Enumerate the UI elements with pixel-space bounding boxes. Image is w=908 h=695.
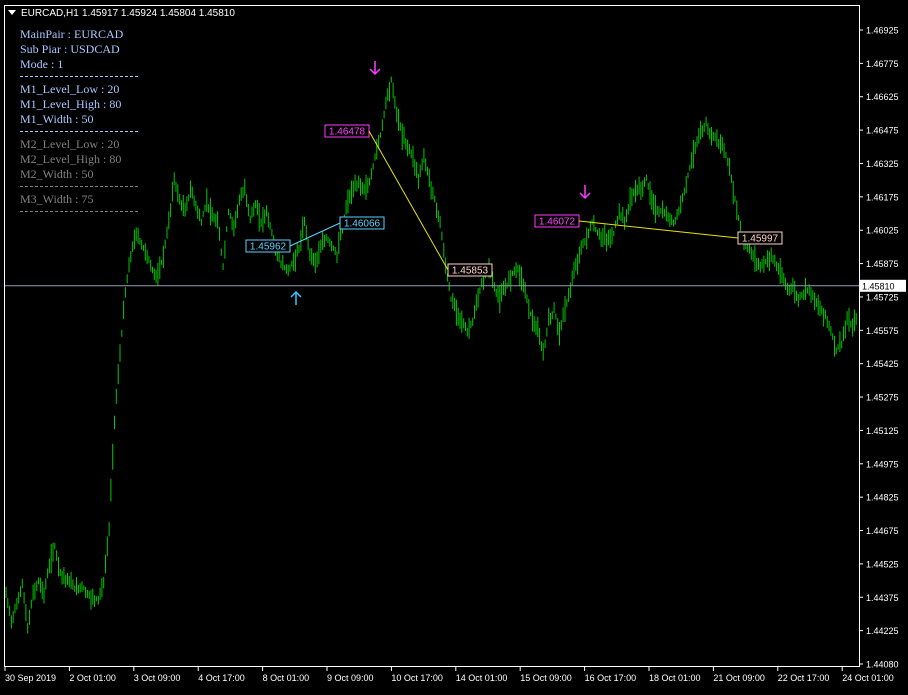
chart-ohlc: 1.45917 1.45924 1.45804 1.45810 (82, 8, 235, 19)
info-m1-width: M1_Width : 50 (20, 112, 94, 126)
current-price-label: 1.45810 (862, 281, 895, 291)
price-chart[interactable]: EURCAD,H1 1.45917 1.45924 1.45804 1.4581… (0, 0, 908, 690)
y-tick-label: 1.46775 (866, 59, 899, 69)
info-separator (20, 186, 138, 187)
y-tick-label: 1.44225 (866, 626, 899, 636)
dropdown-triangle-icon[interactable] (8, 10, 16, 15)
x-tick-label: 8 Oct 01:00 (263, 673, 310, 683)
sell-arrow-icon (579, 185, 591, 200)
x-tick-label: 24 Oct 01:00 (842, 673, 894, 683)
sell-arrow-icon (369, 61, 381, 76)
y-tick-label: 1.44675 (866, 526, 899, 536)
swing-price-label: 1.45962 (250, 242, 287, 253)
info-separator (20, 131, 138, 132)
y-tick-label: 1.45275 (866, 393, 899, 403)
info-main-pair: MainPair : EURCAD (20, 27, 124, 41)
y-tick-label: 1.46175 (866, 192, 899, 202)
swing-line (368, 130, 449, 271)
y-tick-label: 1.44825 (866, 493, 899, 503)
x-tick-label: 18 Oct 01:00 (649, 673, 701, 683)
y-tick-label: 1.45725 (866, 292, 899, 302)
x-tick-label: 21 Oct 09:00 (713, 673, 765, 683)
info-m2-high: M2_Level_High : 80 (20, 152, 122, 166)
y-tick-label: 1.45425 (866, 359, 899, 369)
x-tick-label: 30 Sep 2019 (5, 673, 56, 683)
y-tick-label: 1.45575 (866, 326, 899, 336)
x-tick-label: 22 Oct 17:00 (778, 673, 830, 683)
info-m2-width: M2_Width : 50 (20, 167, 94, 181)
y-tick-label: 1.46475 (866, 126, 899, 136)
swing-price-label: 1.45997 (742, 234, 779, 245)
x-tick-label: 15 Oct 09:00 (520, 673, 572, 683)
y-tick-label: 1.44975 (866, 459, 899, 469)
y-tick-label: 1.45875 (866, 259, 899, 269)
swing-price-label: 1.46066 (344, 219, 381, 230)
y-tick-label: 1.44525 (866, 559, 899, 569)
x-tick-label: 9 Oct 09:00 (327, 673, 374, 683)
info-separator (20, 76, 138, 77)
x-tick-label: 10 Oct 17:00 (391, 673, 443, 683)
info-mode: Mode : 1 (20, 57, 64, 71)
swing-line (289, 222, 341, 247)
info-sub-pair: Sub Piar : USDCAD (20, 42, 120, 56)
y-tick-label: 1.46325 (866, 159, 899, 169)
chart-symbol: EURCAD,H1 (21, 8, 79, 19)
y-tick-label: 1.46925 (866, 26, 899, 36)
x-tick-label: 4 Oct 17:00 (198, 673, 245, 683)
info-m1-high: M1_Level_High : 80 (20, 97, 122, 111)
chart-canvas[interactable]: EURCAD,H1 1.45917 1.45924 1.45804 1.4581… (0, 0, 908, 690)
swing-price-label: 1.46072 (539, 217, 576, 228)
info-separator (20, 211, 138, 212)
info-m3-width: M3_Width : 75 (20, 192, 94, 206)
y-tick-label: 1.44375 (866, 593, 899, 603)
y-tick-label: 1.44080 (866, 660, 899, 670)
swing-price-label: 1.45853 (452, 266, 489, 277)
info-m1-low: M1_Level_Low : 20 (20, 82, 120, 96)
x-tick-label: 16 Oct 17:00 (585, 673, 637, 683)
x-tick-label: 2 Oct 01:00 (69, 673, 116, 683)
buy-arrow-icon (290, 290, 302, 305)
swing-price-label: 1.46478 (329, 127, 366, 138)
y-tick-label: 1.45125 (866, 426, 899, 436)
x-tick-label: 3 Oct 09:00 (134, 673, 181, 683)
chart-frame (4, 5, 860, 667)
x-tick-label: 14 Oct 01:00 (456, 673, 508, 683)
info-m2-low: M2_Level_Low : 20 (20, 137, 120, 151)
y-tick-label: 1.46025 (866, 226, 899, 236)
y-tick-label: 1.46625 (866, 92, 899, 102)
